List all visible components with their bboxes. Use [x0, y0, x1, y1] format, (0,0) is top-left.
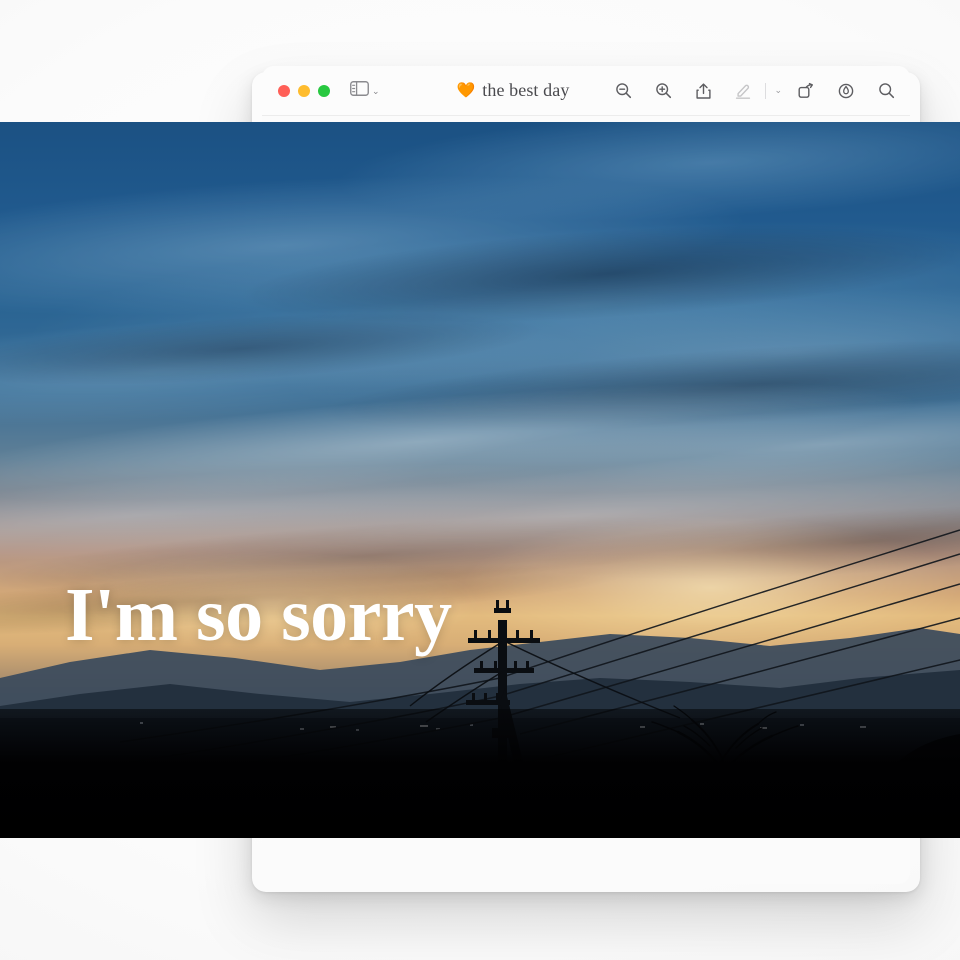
sidebar-icon: [350, 80, 369, 101]
toolbar-separator: [765, 82, 767, 99]
window-title: the best day: [482, 80, 570, 100]
close-button[interactable]: [278, 84, 290, 97]
photo-canvas[interactable]: I'm so sorry: [0, 122, 960, 838]
search-button[interactable]: [876, 81, 896, 101]
window-titlebar[interactable]: ⌄ 🧡 the best day ⌄: [262, 66, 910, 116]
window-toolbar: ⌄: [613, 81, 896, 101]
zoom-in-button[interactable]: [653, 81, 673, 101]
markup-options-button[interactable]: ⌄: [774, 85, 782, 96]
traffic-light-group: [278, 84, 330, 97]
zoom-out-button[interactable]: [613, 81, 633, 101]
markup-button[interactable]: [733, 81, 753, 101]
dark-foreground-band: [0, 709, 960, 838]
share-button[interactable]: [693, 81, 713, 101]
sidebar-toggle-button[interactable]: ⌄: [350, 80, 380, 101]
screen-canvas: ⌄ 🧡 the best day ⌄ I'm so sorry: [0, 0, 960, 960]
annotate-button[interactable]: [836, 81, 856, 101]
orange-heart-icon: 🧡: [456, 82, 476, 99]
window-content-footer: [262, 838, 910, 884]
rotate-button[interactable]: [796, 81, 816, 101]
photo-caption: I'm so sorry: [65, 573, 452, 657]
chevron-down-icon: ⌄: [372, 86, 380, 96]
minimize-button[interactable]: [298, 84, 310, 97]
maximize-button[interactable]: [318, 84, 330, 97]
